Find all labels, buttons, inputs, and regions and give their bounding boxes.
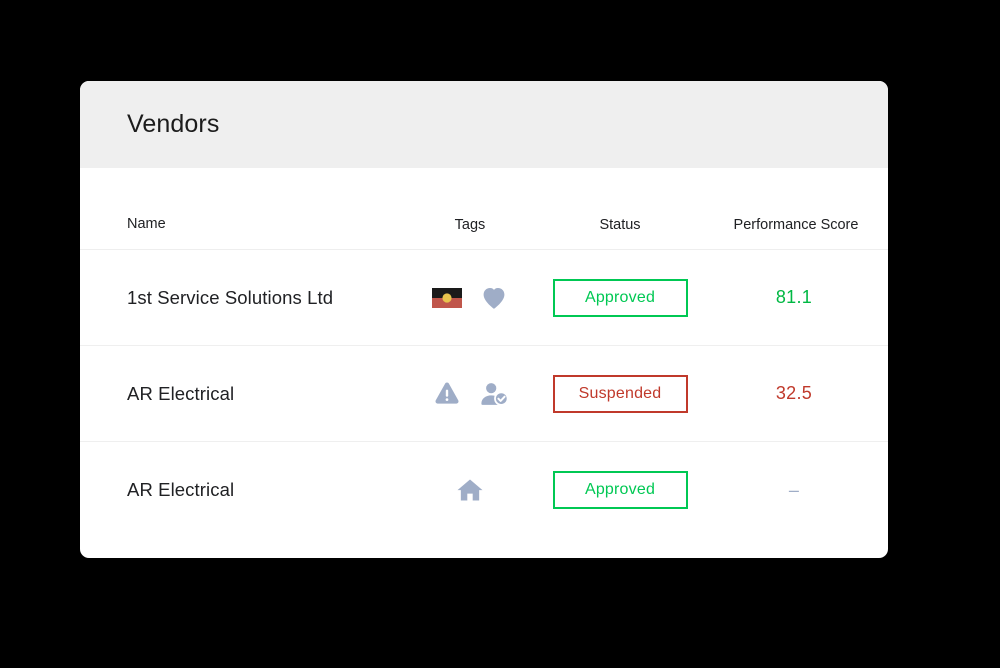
- aboriginal-flag-icon: [431, 283, 462, 313]
- column-header-status-cell: Status: [540, 217, 700, 233]
- cell-tags: [400, 475, 540, 505]
- cell-name: AR Electrical: [80, 479, 400, 501]
- cell-status: Approved: [540, 471, 700, 509]
- page-title: Vendors: [127, 110, 220, 138]
- table-row[interactable]: 1st Service Solutions Ltd Approved 81.1: [80, 250, 888, 346]
- cell-name: 1st Service Solutions Ltd: [80, 287, 400, 309]
- home-icon: [455, 475, 485, 505]
- cell-score: 81.1: [700, 287, 888, 308]
- status-badge: Suspended: [552, 374, 688, 413]
- performance-score: 32.5: [775, 383, 813, 403]
- column-header-name-cell: Name: [80, 215, 400, 233]
- vendor-name: 1st Service Solutions Ltd: [127, 286, 334, 308]
- column-header-name: Name: [127, 216, 166, 232]
- cell-name: AR Electrical: [80, 383, 400, 405]
- status-badge: Approved: [552, 278, 688, 317]
- vendor-name: AR Electrical: [127, 479, 235, 500]
- warning-triangle-icon: [432, 379, 462, 409]
- table-header-row: Name Tags Status Performance Score: [80, 168, 888, 250]
- performance-score: –: [788, 479, 800, 500]
- vendors-card: Vendors Name Tags Status Performance Sco…: [80, 81, 888, 558]
- cell-status: Suspended: [540, 374, 700, 413]
- column-header-performance-score: Performance Score: [733, 217, 859, 233]
- cell-status: Approved: [540, 278, 700, 317]
- cell-score: 32.5: [700, 383, 888, 404]
- table-row[interactable]: AR Electrical Suspended 32.5: [80, 346, 888, 442]
- table-row[interactable]: AR Electrical Approved –: [80, 442, 888, 538]
- cell-tags: [400, 379, 540, 409]
- column-header-tags: Tags: [454, 217, 486, 233]
- column-header-status: Status: [599, 217, 641, 233]
- column-header-score-cell: Performance Score: [700, 217, 888, 233]
- cell-score: –: [700, 480, 888, 501]
- column-header-tags-cell: Tags: [400, 217, 540, 233]
- person-verified-icon: [479, 379, 509, 409]
- status-badge: Approved: [552, 471, 688, 509]
- heart-icon: [479, 283, 509, 313]
- vendors-table: Name Tags Status Performance Score 1st S…: [80, 168, 888, 538]
- performance-score: 81.1: [775, 287, 813, 307]
- vendor-name: AR Electrical: [127, 382, 235, 404]
- cell-tags: [400, 283, 540, 313]
- card-header: Vendors: [80, 81, 888, 168]
